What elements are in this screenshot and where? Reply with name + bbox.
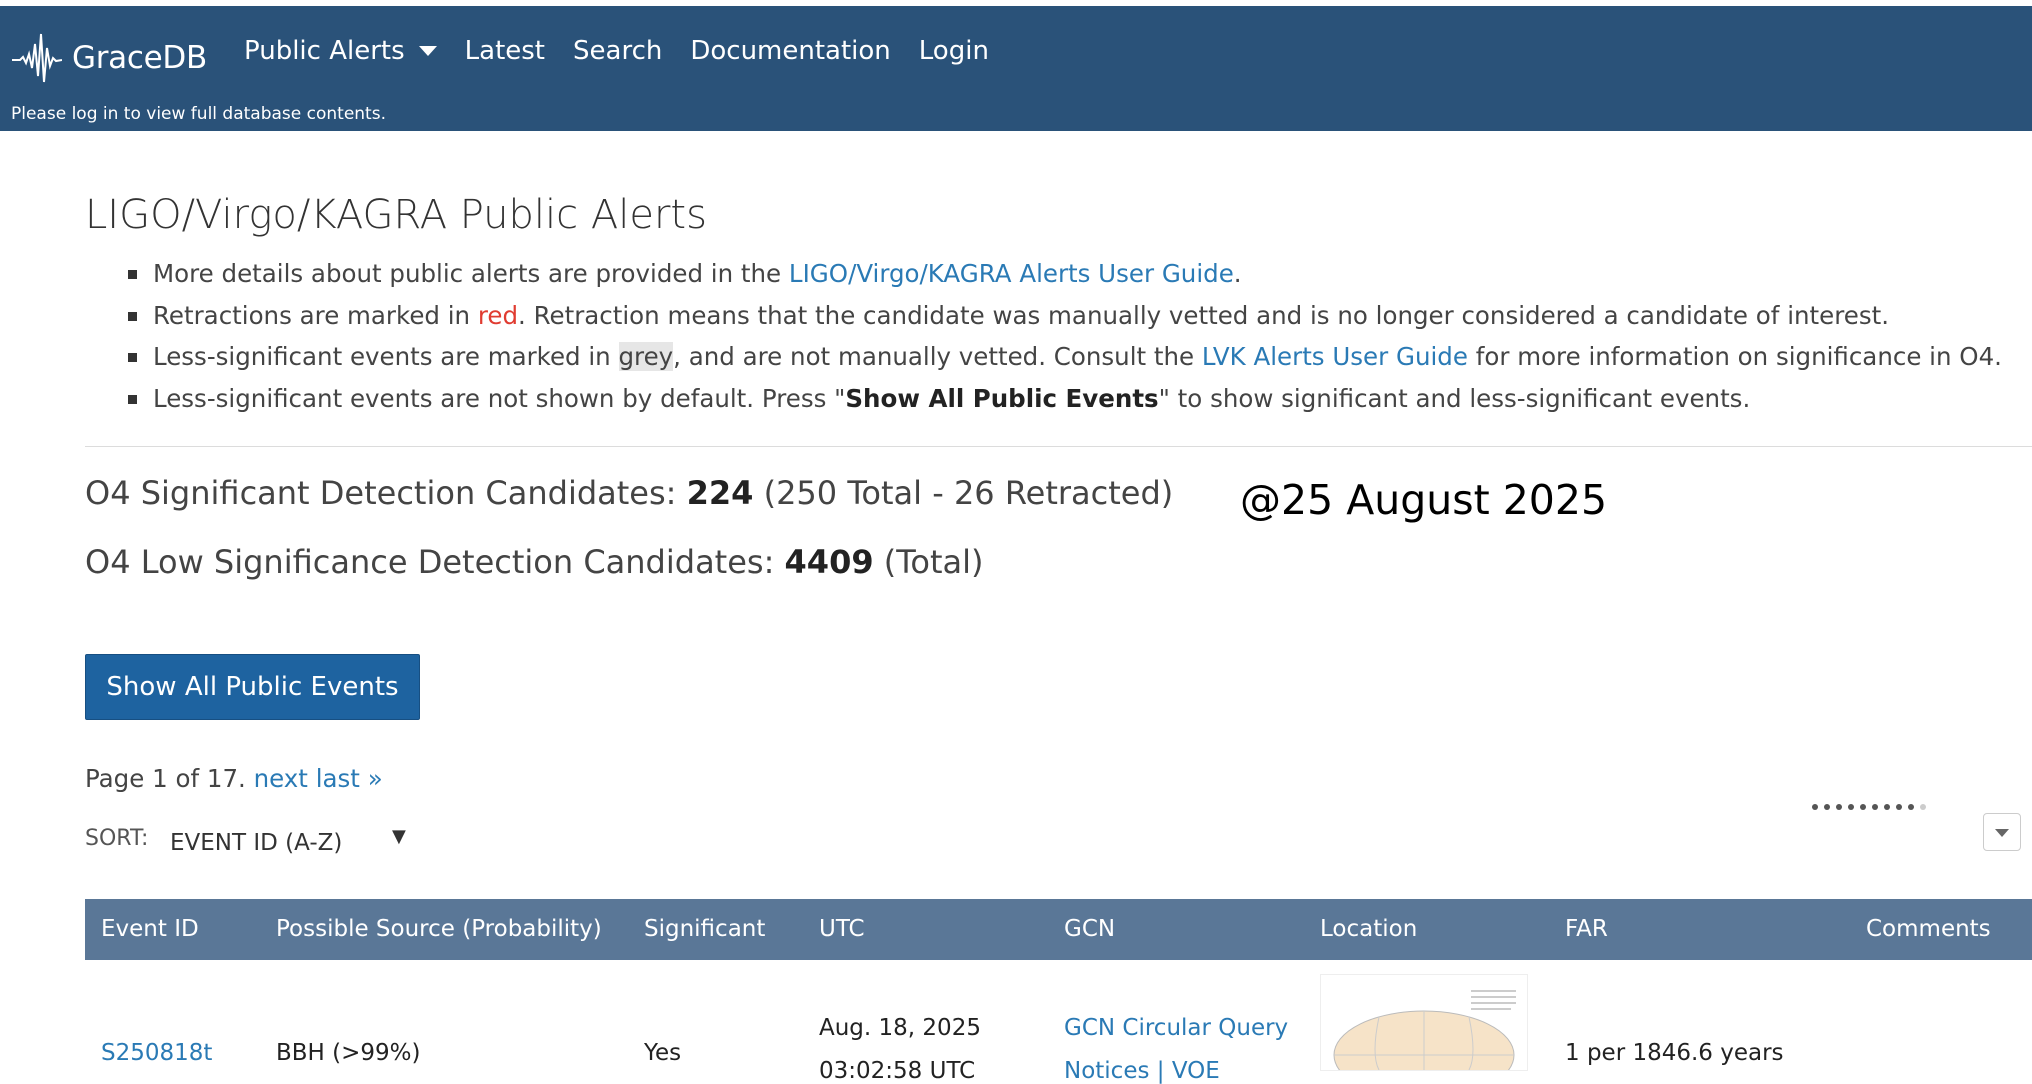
nav-public-alerts-dropdown[interactable]: Public Alerts xyxy=(244,36,437,66)
notes-list: More details about public alerts are pro… xyxy=(85,256,2002,422)
page-count: Page 1 of 17. xyxy=(85,764,254,793)
sort-select[interactable]: EVENT ID (A-Z) xyxy=(170,830,342,856)
retraction-color-word: red xyxy=(477,300,519,330)
nav-documentation[interactable]: Documentation xyxy=(690,36,890,66)
dot xyxy=(1872,804,1878,810)
brand-name: GraceDB xyxy=(72,40,207,76)
significant-value: Yes xyxy=(644,1040,682,1066)
nav-latest[interactable]: Latest xyxy=(465,36,545,66)
dot xyxy=(1860,804,1866,810)
note-text: Less-significant events are marked in xyxy=(153,342,619,371)
note-text: for more information on significance in … xyxy=(1467,342,2002,371)
header-event-id[interactable]: Event ID xyxy=(101,899,199,960)
divider xyxy=(85,446,2032,447)
sort-label: SORT: xyxy=(85,826,149,851)
dot xyxy=(1812,804,1818,810)
show-all-public-events-button[interactable]: Show All Public Events xyxy=(85,654,420,720)
gcn-circular-query-link[interactable]: GCN Circular Query xyxy=(1064,1015,1288,1041)
nav-links: Public Alerts Latest Search Documentatio… xyxy=(244,36,1017,66)
note-show-all: Less-significant events are not shown by… xyxy=(85,381,2002,423)
waveform-logo-icon xyxy=(12,33,62,83)
low-significance-candidates: O4 Low Significance Detection Candidates… xyxy=(85,543,983,581)
show-all-emphasis: Show All Public Events xyxy=(845,383,1159,413)
header-utc[interactable]: UTC xyxy=(819,899,865,960)
sort-dropdown-arrow-icon[interactable]: ▼ xyxy=(392,826,406,847)
columns-toggle-button[interactable] xyxy=(1983,813,2021,851)
note-retractions: Retractions are marked in red. Retractio… xyxy=(85,298,2002,340)
dot xyxy=(1896,804,1902,810)
dot xyxy=(1824,804,1830,810)
note-text: , and are not manually vetted. Consult t… xyxy=(673,342,1202,371)
note-text: . xyxy=(1233,259,1242,288)
dot xyxy=(1908,804,1914,810)
navbar: GraceDB Public Alerts Latest Search Docu… xyxy=(0,6,2032,131)
lvk-alerts-user-guide-link[interactable]: LVK Alerts User Guide xyxy=(1202,342,1468,371)
header-gcn[interactable]: GCN xyxy=(1064,899,1115,960)
nav-search[interactable]: Search xyxy=(573,36,662,66)
significant-detail: (250 Total - 26 Retracted) xyxy=(753,474,1174,512)
skymap-thumbnail[interactable] xyxy=(1320,974,1528,1071)
low-significance-count: 4409 xyxy=(784,543,874,581)
utc-date: Aug. 18, 2025 xyxy=(819,1015,981,1041)
caret-down-icon xyxy=(418,46,437,56)
event-id-link[interactable]: S250818t xyxy=(101,1040,212,1066)
low-significance-detail: (Total) xyxy=(873,543,984,581)
last-page-link[interactable]: last » xyxy=(316,764,383,793)
note-text: Less-significant events are not shown by… xyxy=(153,383,846,413)
utc-time: 03:02:58 UTC xyxy=(819,1058,976,1084)
note-text: Retractions are marked in xyxy=(153,300,478,330)
dot xyxy=(1848,804,1854,810)
alerts-user-guide-link[interactable]: LIGO/Virgo/KAGRA Alerts User Guide xyxy=(789,259,1234,288)
note-less-significant: Less-significant events are marked in gr… xyxy=(85,339,2002,381)
nav-login[interactable]: Login xyxy=(919,36,989,66)
date-stamp: @25 August 2025 xyxy=(1240,476,1608,524)
header-comments[interactable]: Comments xyxy=(1866,899,1991,960)
gcn-notices-link[interactable]: Notices | VOE xyxy=(1064,1058,1220,1084)
significant-count: 224 xyxy=(686,474,754,512)
far-value: 1 per 1846.6 years xyxy=(1565,1040,1784,1066)
dot xyxy=(1836,804,1842,810)
significant-label: O4 Significant Detection Candidates: xyxy=(85,474,687,512)
header-significant[interactable]: Significant xyxy=(644,899,765,960)
loading-dots-icon xyxy=(1812,804,1932,810)
note-text: . Retraction means that the candidate wa… xyxy=(518,300,1889,330)
brand[interactable]: GraceDB xyxy=(12,30,207,86)
note-text: More details about public alerts are pro… xyxy=(153,259,789,288)
dot xyxy=(1884,804,1890,810)
table-header: Event ID Possible Source (Probability) S… xyxy=(85,899,2032,960)
note-text: " to show significant and less-significa… xyxy=(1158,383,1751,413)
page-title: LIGO/Virgo/KAGRA Public Alerts xyxy=(85,192,707,238)
login-message: Please log in to view full database cont… xyxy=(11,104,386,124)
note-user-guide: More details about public alerts are pro… xyxy=(85,256,2002,298)
nav-public-alerts-label: Public Alerts xyxy=(244,36,405,66)
header-far[interactable]: FAR xyxy=(1565,899,1608,960)
possible-source: BBH (>99%) xyxy=(276,1040,421,1066)
dot xyxy=(1920,804,1926,810)
next-page-link[interactable]: next xyxy=(254,764,308,793)
grey-color-word: grey xyxy=(618,342,674,371)
pagination: Page 1 of 17. next last » xyxy=(85,764,383,793)
header-location[interactable]: Location xyxy=(1320,899,1417,960)
significant-candidates: O4 Significant Detection Candidates: 224… xyxy=(85,474,1173,512)
low-significance-label: O4 Low Significance Detection Candidates… xyxy=(85,543,785,581)
skymap-image xyxy=(1333,990,1516,1070)
header-possible-source[interactable]: Possible Source (Probability) xyxy=(276,899,602,960)
